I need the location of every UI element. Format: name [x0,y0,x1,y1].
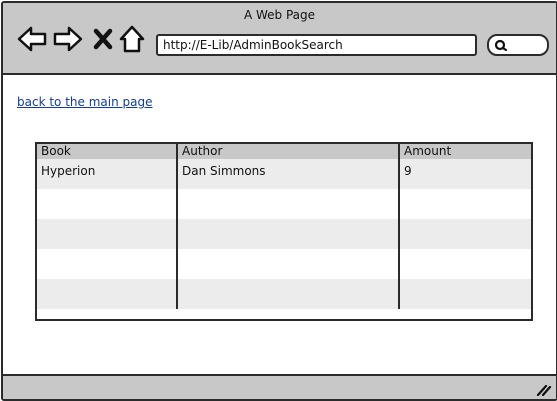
table-row[interactable] [37,189,531,219]
cell-book [37,279,178,309]
column-header-book[interactable]: Book [37,144,178,159]
cell-book [37,219,178,249]
cell-amount [399,249,531,279]
cell-author [177,189,400,219]
column-header-author[interactable]: Author [177,144,400,159]
cell-author [177,279,400,309]
cell-book [37,189,178,219]
table-row[interactable] [37,279,531,309]
home-icon[interactable] [119,25,145,53]
stop-icon[interactable] [93,28,113,50]
status-bar [3,374,556,399]
table-header-row: Book Author Amount [37,144,531,159]
table-row[interactable] [37,219,531,249]
resize-grip-icon[interactable] [536,382,552,396]
cell-amount [399,219,531,249]
cell-book: Hyperion [37,159,178,189]
cell-amount: 9 [399,159,531,189]
cell-author [177,249,400,279]
browser-chrome: A Web Page http://E-Lib/AdminBookSearch [3,3,556,75]
search-icon [494,39,508,51]
back-to-main-link[interactable]: back to the main page [17,95,152,109]
window-title: A Web Page [243,8,316,22]
back-arrow-icon[interactable] [17,25,47,53]
cell-author [177,219,400,249]
column-header-amount[interactable]: Amount [399,144,531,159]
cell-author: Dan Simmons [177,159,400,189]
cell-amount [399,279,531,309]
book-table: Book Author Amount Hyperion Dan Simmons … [35,142,533,321]
browser-window: A Web Page http://E-Lib/AdminBookSearch … [1,1,557,401]
browser-search-field[interactable] [487,34,549,56]
address-bar[interactable]: http://E-Lib/AdminBookSearch [156,34,477,56]
table-row[interactable]: Hyperion Dan Simmons 9 [37,159,531,189]
cell-amount [399,189,531,219]
table-row[interactable] [37,249,531,279]
cell-book [37,249,178,279]
forward-arrow-icon[interactable] [53,25,83,53]
